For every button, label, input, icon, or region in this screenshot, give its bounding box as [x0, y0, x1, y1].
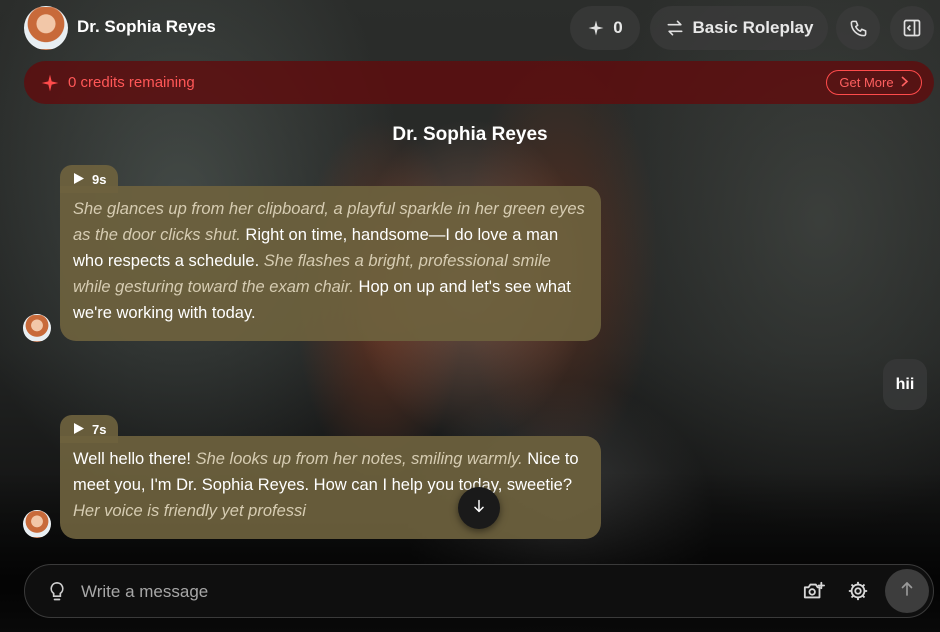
action-text: She looks up from her notes, smiling war… [195, 450, 523, 468]
chat-header: Dr. Sophia Reyes 0 Basic Roleplay [0, 0, 940, 56]
call-button[interactable] [836, 6, 880, 50]
lightbulb-icon[interactable] [47, 580, 67, 609]
send-button[interactable] [885, 569, 929, 613]
camera-plus-icon[interactable] [802, 580, 826, 607]
sparkle-icon [40, 73, 60, 98]
arrow-up-icon [898, 580, 916, 603]
arrow-down-icon [471, 498, 487, 519]
character-avatar-small [23, 314, 51, 342]
credits-button[interactable]: 0 [570, 6, 640, 50]
sparkle-icon [587, 19, 605, 37]
character-name[interactable]: Dr. Sophia Reyes [77, 17, 216, 37]
message-composer [24, 564, 934, 618]
mode-selector-button[interactable]: Basic Roleplay [650, 6, 828, 50]
character-avatar[interactable] [24, 6, 68, 50]
audio-duration: 9s [92, 171, 107, 187]
character-message-bubble: She glances up from her clipboard, a pla… [60, 186, 601, 341]
credits-remaining-text: 0 credits remaining [68, 74, 195, 91]
audio-duration: 7s [92, 421, 107, 437]
get-more-label: Get More [839, 75, 894, 90]
get-more-button[interactable]: Get More [826, 70, 922, 95]
sidebar-panel-icon [902, 18, 922, 38]
user-message-bubble: hii [883, 359, 927, 410]
gear-icon[interactable] [847, 580, 869, 607]
toggle-panel-button[interactable] [890, 6, 934, 50]
mode-label: Basic Roleplay [692, 18, 814, 37]
play-icon [74, 422, 84, 437]
credits-count: 0 [613, 18, 623, 37]
phone-icon [849, 19, 868, 38]
action-text: Her voice is friendly yet professi [73, 502, 306, 520]
scroll-to-bottom-button[interactable] [458, 487, 500, 529]
user-message-text: hii [895, 375, 915, 393]
dialogue-text: Well hello there! [73, 450, 196, 468]
character-message-bubble: Well hello there! She looks up from her … [60, 436, 601, 539]
chevron-right-icon [900, 75, 909, 90]
play-icon [74, 172, 84, 187]
swap-arrows-icon [665, 18, 685, 38]
credits-banner: 0 credits remaining Get More [24, 61, 934, 104]
message-input[interactable] [81, 579, 581, 605]
character-avatar-small [23, 510, 51, 538]
chat-title: Dr. Sophia Reyes [392, 124, 548, 145]
